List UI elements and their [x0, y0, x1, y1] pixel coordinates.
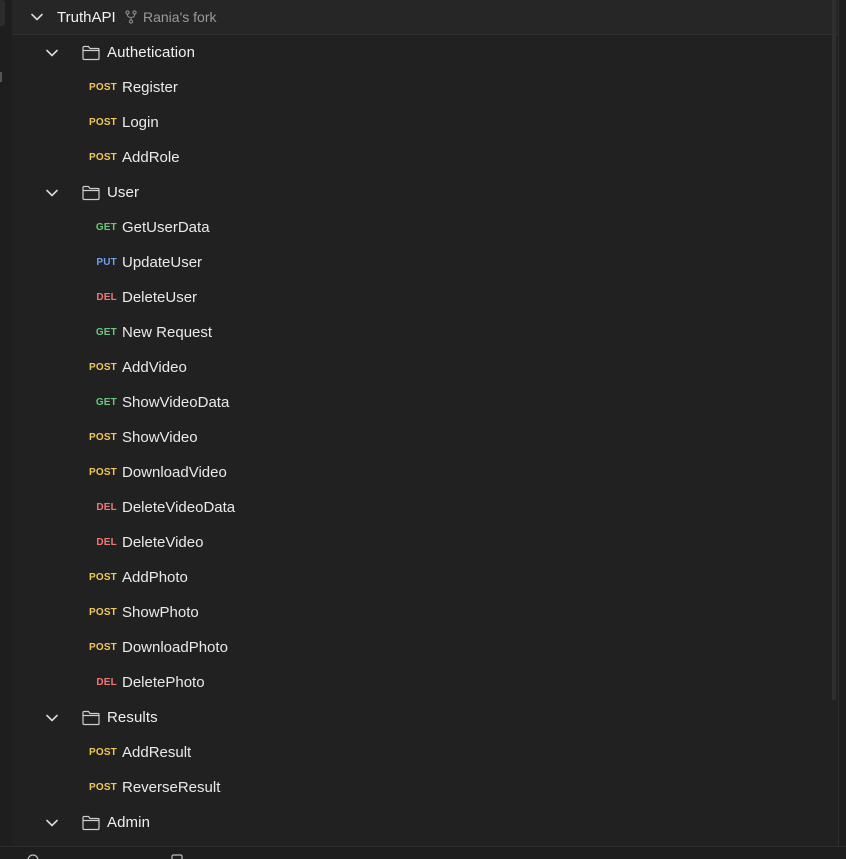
request-row-register[interactable]: POST Register: [12, 70, 838, 105]
chevron-down-icon[interactable]: [45, 816, 59, 830]
request-name: ReverseResult: [122, 779, 221, 796]
gutter-marker: [0, 72, 2, 82]
request-name: AddResult: [122, 744, 192, 761]
request-name: DeleteVideo: [122, 534, 204, 551]
method-badge: POST: [88, 432, 117, 443]
request-row-downloadvideo[interactable]: POST DownloadVideo: [12, 455, 838, 490]
chevron-down-icon[interactable]: [45, 46, 59, 60]
folder-icon: [82, 185, 100, 201]
chevron-down-icon[interactable]: [45, 711, 59, 725]
console-icon[interactable]: [171, 853, 183, 859]
folder-icon: [82, 710, 100, 726]
request-row-addresult[interactable]: POST AddResult: [12, 735, 838, 770]
fork-icon: [124, 10, 138, 24]
request-row-deletephoto[interactable]: DEL DeletePhoto: [12, 665, 838, 700]
method-badge: GET: [95, 397, 117, 408]
collection-root-row[interactable]: TruthAPI Rania's fork: [12, 0, 838, 35]
folder-icon: [82, 45, 100, 61]
method-badge: DEL: [96, 537, 117, 548]
request-name: AddRole: [122, 149, 180, 166]
request-name: DeleteVideoData: [122, 499, 236, 516]
request-name: New Request: [122, 324, 213, 341]
request-row-downloadphoto[interactable]: POST DownloadPhoto: [12, 630, 838, 665]
method-badge: GET: [95, 222, 117, 233]
scrollbar-thumb[interactable]: [832, 0, 836, 700]
method-badge: POST: [88, 82, 117, 93]
method-badge: POST: [88, 607, 117, 618]
request-row-deletevideodata[interactable]: DEL DeleteVideoData: [12, 490, 838, 525]
method-badge: PUT: [96, 257, 117, 268]
request-row-updateuser[interactable]: PUT UpdateUser: [12, 245, 838, 280]
request-name: ShowVideoData: [122, 394, 230, 411]
request-row-showvideodata[interactable]: GET ShowVideoData: [12, 385, 838, 420]
folder-icon: [82, 815, 100, 831]
request-row-new-request[interactable]: GET New Request: [12, 315, 838, 350]
folder-row-results[interactable]: Results: [12, 700, 838, 735]
folder-label: Admin: [107, 814, 151, 831]
scrollbar[interactable]: [832, 0, 836, 846]
folder-label: User: [107, 184, 140, 201]
request-name: AddVideo: [122, 359, 187, 376]
folder-label: Results: [107, 709, 158, 726]
method-badge: POST: [88, 747, 117, 758]
request-name: GetUserData: [122, 219, 210, 236]
folder-row-user[interactable]: User: [12, 175, 838, 210]
left-gutter: [0, 0, 8, 859]
method-badge: POST: [88, 117, 117, 128]
method-badge: POST: [88, 467, 117, 478]
method-badge: POST: [88, 152, 117, 163]
request-row-addphoto[interactable]: POST AddPhoto: [12, 560, 838, 595]
request-row-showvideo[interactable]: POST ShowVideo: [12, 420, 838, 455]
request-name: DeletePhoto: [122, 674, 205, 691]
request-name: DeleteUser: [122, 289, 198, 306]
method-badge: POST: [88, 362, 117, 373]
request-row-addrole[interactable]: POST AddRole: [12, 140, 838, 175]
request-row-showphoto[interactable]: POST ShowPhoto: [12, 595, 838, 630]
chevron-down-icon[interactable]: [30, 10, 44, 24]
method-badge: DEL: [96, 677, 117, 688]
request-row-login[interactable]: POST Login: [12, 105, 838, 140]
request-row-addvideo[interactable]: POST AddVideo: [12, 350, 838, 385]
folder-row-admin[interactable]: Admin: [12, 805, 838, 840]
request-name: AddPhoto: [122, 569, 188, 586]
request-name: Login: [122, 114, 159, 131]
chevron-down-icon[interactable]: [45, 186, 59, 200]
request-name: Register: [122, 79, 178, 96]
gutter-tab[interactable]: [0, 0, 5, 26]
method-badge: DEL: [96, 502, 117, 513]
request-row-deletevideo[interactable]: DEL DeleteVideo: [12, 525, 838, 560]
request-name: ShowPhoto: [122, 604, 199, 621]
request-row-reverseresult[interactable]: POST ReverseResult: [12, 770, 838, 805]
request-name: DownloadVideo: [122, 464, 227, 481]
method-badge: POST: [88, 642, 117, 653]
request-name: UpdateUser: [122, 254, 203, 271]
folder-row-authentication[interactable]: Authetication: [12, 35, 838, 70]
request-row-getuserdata[interactable]: GET GetUserData: [12, 210, 838, 245]
method-badge: DEL: [96, 292, 117, 303]
request-name: ShowVideo: [122, 429, 198, 446]
request-row-deleteuser[interactable]: DEL DeleteUser: [12, 280, 838, 315]
folder-label: Authetication: [107, 44, 196, 61]
collection-title: TruthAPI: [57, 8, 116, 26]
collection-tree: TruthAPI Rania's fork Authetication POST…: [12, 0, 839, 846]
app-window: TruthAPI Rania's fork Authetication POST…: [0, 0, 846, 859]
bottom-status-bar: [0, 846, 846, 859]
fork-label: Rania's fork: [143, 9, 217, 25]
method-badge: POST: [88, 572, 117, 583]
method-badge: GET: [95, 327, 117, 338]
request-name: DownloadPhoto: [122, 639, 228, 656]
method-badge: POST: [88, 782, 117, 793]
status-icon[interactable]: [27, 853, 39, 859]
